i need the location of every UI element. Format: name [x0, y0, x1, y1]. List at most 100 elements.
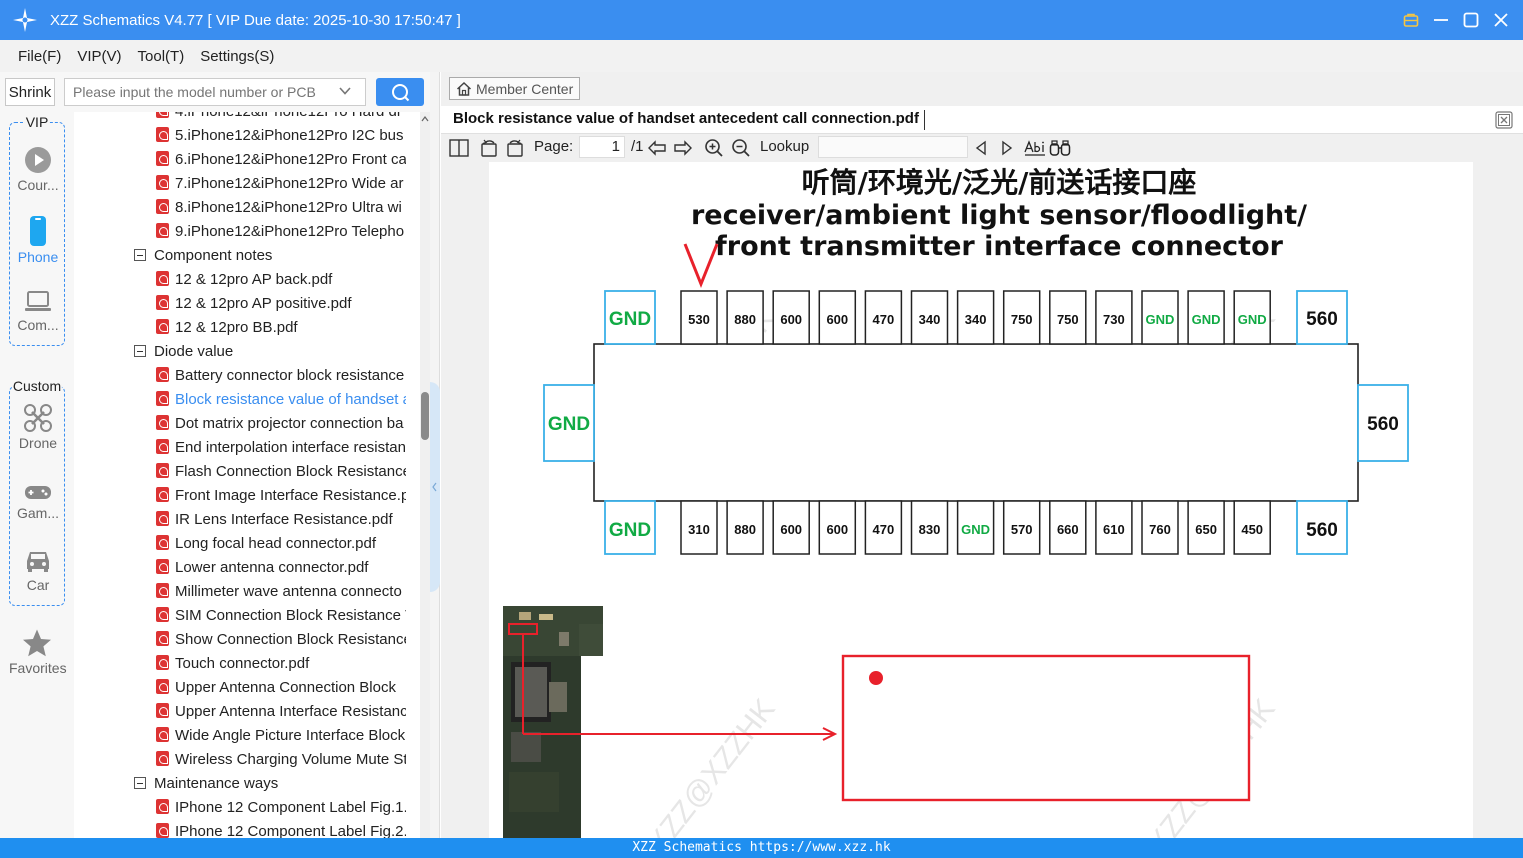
find-next-icon[interactable]	[997, 138, 1017, 158]
tree-item-label: Upper Antenna Connection Block	[175, 679, 396, 696]
tree-file[interactable]: 9.iPhone12&iPhone12Pro Telepho	[156, 220, 406, 244]
menu-file[interactable]: File(F)	[18, 48, 61, 65]
tree-file[interactable]: Lower antenna connector.pdf	[156, 556, 406, 580]
search-button[interactable]	[376, 78, 424, 106]
pdf-file-icon	[156, 391, 169, 406]
tree-file[interactable]: Wide Angle Picture Interface Block	[156, 724, 406, 748]
rail-item-favorites[interactable]: Favorites	[9, 628, 67, 676]
tree-folder[interactable]: Component notes	[134, 244, 414, 268]
tree-file[interactable]: 12 & 12pro AP back.pdf	[156, 268, 406, 292]
pdf-file-icon	[156, 319, 169, 334]
pdf-file-icon	[156, 535, 169, 550]
tree-file[interactable]: Block resistance value of handset a	[156, 388, 406, 412]
tree-file[interactable]: Long focal head connector.pdf	[156, 532, 406, 556]
svg-text:880: 880	[734, 312, 756, 327]
rail-item-car[interactable]: Car	[10, 545, 66, 593]
rotate-right-icon[interactable]	[505, 138, 525, 158]
scroll-up-icon[interactable]	[420, 114, 430, 124]
top-pin-2: 880	[726, 290, 764, 345]
next-page-icon[interactable]	[673, 138, 693, 158]
tab-document[interactable]: Block resistance value of handset antece…	[453, 110, 919, 127]
collapse-icon[interactable]	[134, 345, 146, 357]
chevron-down-icon[interactable]	[338, 84, 352, 98]
pdf-file-icon	[156, 799, 169, 814]
rail-item-phone[interactable]: Phone	[10, 215, 66, 265]
rail-item-label: Favorites	[9, 660, 67, 676]
tree-file[interactable]: Dot matrix projector connection ba	[156, 412, 406, 436]
page-number-input[interactable]: 1	[579, 136, 625, 158]
tree-file[interactable]: SIM Connection Block Resistance V	[156, 604, 406, 628]
tree-file[interactable]: Touch connector.pdf	[156, 652, 406, 676]
tree-file[interactable]: IPhone 12 Component Label Fig.1.	[156, 796, 406, 820]
pad-right-bottom: 560	[1296, 500, 1348, 555]
tree-scrollbar[interactable]	[420, 112, 430, 838]
svg-text:760: 760	[1149, 522, 1171, 537]
menu-settings[interactable]: Settings(S)	[200, 48, 274, 65]
svg-text:730: 730	[1103, 312, 1125, 327]
pdf-file-icon	[156, 559, 169, 574]
tree-file[interactable]: Millimeter wave antenna connecto	[156, 580, 406, 604]
collapse-handle[interactable]	[430, 382, 440, 592]
toggle-sidebar-icon[interactable]	[449, 138, 469, 158]
top-pin-10: 730	[1095, 290, 1133, 345]
close-tab-icon[interactable]	[1495, 111, 1513, 129]
tree-item-label: Wireless Charging Volume Mute St	[175, 751, 406, 768]
tree-file[interactable]: End interpolation interface resistan	[156, 436, 406, 460]
tree-item-label: Upper Antenna Interface Resistanc	[175, 703, 406, 720]
tree-file[interactable]: 4.iPhone12&iPhone12Pro Hard di	[156, 112, 406, 124]
maximize-button[interactable]	[1463, 12, 1479, 28]
tree-file[interactable]: 5.iPhone12&iPhone12Pro I2C bus	[156, 124, 406, 148]
menu-bar: File(F) VIP(V) Tool(T) Settings(S)	[0, 40, 1523, 72]
search-input[interactable]	[64, 78, 366, 106]
find-all-icon[interactable]	[1049, 138, 1071, 158]
tree-file[interactable]: 6.iPhone12&iPhone12Pro Front ca	[156, 148, 406, 172]
shrink-button[interactable]: Shrink	[5, 78, 55, 106]
minimize-button[interactable]	[1433, 12, 1449, 28]
tree-file[interactable]: IR Lens Interface Resistance.pdf	[156, 508, 406, 532]
zoom-in-icon[interactable]	[704, 138, 724, 158]
svg-text:660: 660	[1057, 522, 1079, 537]
tree-item-label: Lower antenna connector.pdf	[175, 559, 369, 576]
member-center-button[interactable]: Member Center	[449, 77, 581, 100]
svg-text:880: 880	[734, 522, 756, 537]
tree-folder[interactable]: Diode value	[134, 340, 414, 364]
tree-item-label: Block resistance value of handset a	[175, 391, 406, 408]
tree-file[interactable]: IPhone 12 Component Label Fig.2.	[156, 820, 406, 838]
tree-folder[interactable]: Maintenance ways	[134, 772, 414, 796]
vip-bag-icon[interactable]	[1403, 12, 1419, 28]
menu-vip[interactable]: VIP(V)	[77, 48, 121, 65]
lookup-input[interactable]	[818, 136, 968, 158]
zoom-out-icon[interactable]	[731, 138, 751, 158]
match-case-icon[interactable]	[1024, 138, 1046, 158]
watermark-text: XZZ@XZZHK	[641, 693, 781, 838]
tree-file[interactable]: Upper Antenna Connection Block	[156, 676, 406, 700]
menu-tool[interactable]: Tool(T)	[138, 48, 185, 65]
collapse-icon[interactable]	[134, 777, 146, 789]
panel-splitter[interactable]	[430, 72, 440, 838]
tree-file[interactable]: Upper Antenna Interface Resistanc	[156, 700, 406, 724]
close-button[interactable]	[1493, 12, 1509, 28]
top-pin-6: 340	[910, 290, 949, 345]
phone-icon	[30, 216, 46, 246]
tree-item-label: IPhone 12 Component Label Fig.2.	[175, 823, 406, 838]
rail-item-drone[interactable]: Drone	[10, 403, 66, 451]
rail-item-computer[interactable]: Com...	[10, 287, 66, 333]
scrollbar-thumb[interactable]	[421, 392, 429, 440]
tree-file[interactable]: 12 & 12pro BB.pdf	[156, 316, 406, 340]
tree-file[interactable]: Wireless Charging Volume Mute St	[156, 748, 406, 772]
previous-page-icon[interactable]	[647, 138, 667, 158]
rail-item-game[interactable]: Gam...	[10, 481, 66, 521]
tree-file[interactable]: Flash Connection Block Resistance	[156, 460, 406, 484]
tree-file[interactable]: Front Image Interface Resistance.p	[156, 484, 406, 508]
tree-file[interactable]: Show Connection Block Resistance	[156, 628, 406, 652]
tree-file[interactable]: 12 & 12pro AP positive.pdf	[156, 292, 406, 316]
tree-file[interactable]: 7.iPhone12&iPhone12Pro Wide ar	[156, 172, 406, 196]
svg-text:650: 650	[1195, 522, 1217, 537]
tree-file[interactable]: 8.iPhone12&iPhone12Pro Ultra wi	[156, 196, 406, 220]
rotate-left-icon[interactable]	[479, 138, 499, 158]
rail-item-course[interactable]: Cour...	[10, 145, 66, 193]
tree-file[interactable]: Battery connector block resistance	[156, 364, 406, 388]
find-previous-icon[interactable]	[971, 138, 991, 158]
gamepad-icon	[25, 486, 51, 499]
collapse-icon[interactable]	[134, 249, 146, 261]
